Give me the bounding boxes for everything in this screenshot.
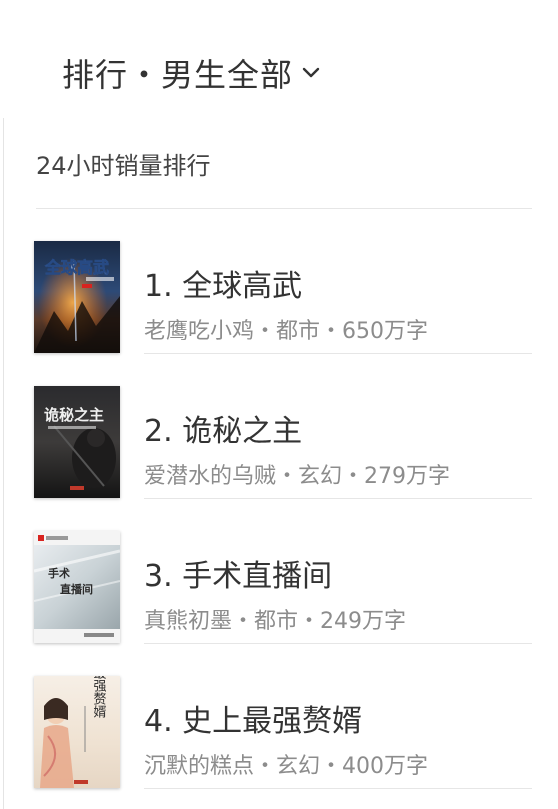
book-meta: 真熊初墨・都市・249万字 (144, 609, 406, 634)
book-title: 1. 全球高武 (144, 269, 303, 304)
cover-title-text: 手术 (48, 566, 70, 580)
book-cover: 最强赘婿 (34, 676, 120, 788)
book-item-1[interactable]: 全球高武 1. 全球高武 老鹰吃小鸡・都市・650万字 (4, 209, 558, 354)
cover-title-text: 全球高武 (44, 258, 109, 277)
book-meta: 爱潜水的乌贼・玄幻・279万字 (144, 464, 450, 489)
category-dropdown[interactable]: 排行・男生全部 (62, 48, 321, 98)
book-item-3[interactable]: 手术 直播间 3. 手术直播间 真熊初墨・都市・249万字 (4, 499, 558, 644)
cover-title-text: 诡秘之主 (44, 406, 104, 424)
page-title: 排行・男生全部 (62, 56, 294, 94)
book-title: 4. 史上最强赘婿 (144, 704, 363, 739)
book-cover: 手术 直播间 (34, 531, 120, 643)
book-item-2[interactable]: 诡秘之主 2. 诡秘之主 爱潜水的乌贼・玄幻・279万字 (4, 354, 558, 499)
page-header: 排行・男生全部 (0, 0, 558, 118)
book-title: 3. 手术直播间 (144, 559, 333, 594)
book-item-4[interactable]: 最强赘婿 4. 史上最强赘婿 沉默的糕点・玄幻・400万字 (4, 644, 558, 789)
book-meta: 老鹰吃小鸡・都市・650万字 (144, 319, 428, 344)
chevron-down-icon (301, 63, 321, 83)
section-title: 24小时销量排行 (36, 152, 211, 180)
cover-title-text: 直播间 (60, 582, 93, 596)
book-meta: 沉默的糕点・玄幻・400万字 (144, 754, 428, 779)
book-title: 2. 诡秘之主 (144, 414, 303, 449)
book-cover: 全球高武 (34, 241, 120, 353)
cover-title-text: 最强赘婿 (91, 676, 107, 718)
ranking-list: 24小时销量排行 全球高武 1. 全球高武 老鹰吃小鸡・都市・650万字 诡秘之… (4, 118, 558, 809)
row-divider (144, 788, 532, 789)
book-cover: 诡秘之主 (34, 386, 120, 498)
